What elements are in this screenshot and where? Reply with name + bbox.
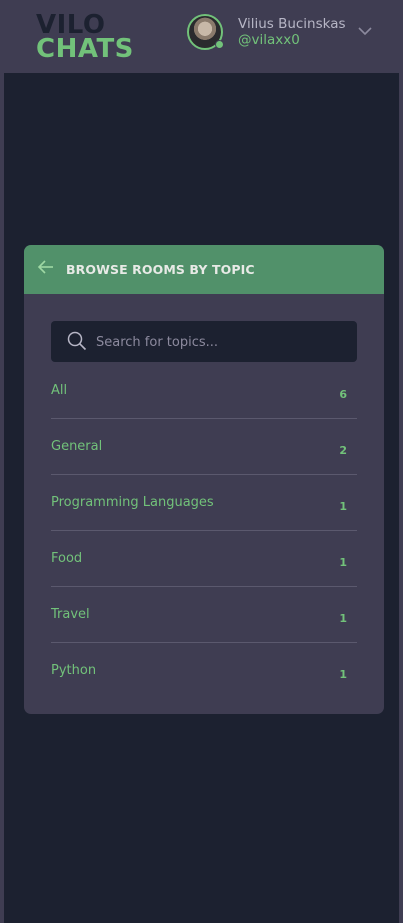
topic-item-food[interactable]: Food 1 [51,531,357,587]
topic-count: 1 [339,500,347,513]
topic-name: Travel [51,607,90,622]
topic-list: All 6 General 2 Programming Languages 1 … [51,363,357,699]
topic-item-programming-languages[interactable]: Programming Languages 1 [51,475,357,531]
topic-count: 1 [339,668,347,681]
topic-name: All [51,383,68,398]
topic-count: 1 [339,612,347,625]
logo-line2: CHATS [36,34,134,64]
search-input[interactable] [96,331,346,353]
search-box[interactable] [51,321,357,362]
user-name[interactable]: Vilius Bucinskas [238,16,346,32]
topic-name: Programming Languages [51,495,214,510]
topic-item-all[interactable]: All 6 [51,363,357,419]
arrow-left-icon[interactable] [37,259,55,275]
online-status-dot [215,40,224,49]
topic-name: Food [51,551,83,566]
topic-item-travel[interactable]: Travel 1 [51,587,357,643]
browse-topics-card: BROWSE ROOMS BY TOPIC All 6 General 2 Pr… [24,245,384,714]
topic-item-general[interactable]: General 2 [51,419,357,475]
user-handle[interactable]: @vilaxx0 [238,32,300,48]
chevron-down-icon[interactable] [356,22,374,40]
topic-name: Python [51,663,97,678]
card-header: BROWSE ROOMS BY TOPIC [24,245,384,294]
app-frame: VILO CHATS Vilius Bucinskas @vilaxx0 BRO… [4,0,399,923]
avatar[interactable] [187,14,224,50]
topic-count: 1 [339,556,347,569]
topic-item-python[interactable]: Python 1 [51,643,357,699]
card-title: BROWSE ROOMS BY TOPIC [66,262,255,277]
topic-count: 2 [339,444,347,457]
search-icon [67,331,87,351]
top-header: VILO CHATS Vilius Bucinskas @vilaxx0 [4,0,399,73]
topic-count: 6 [339,388,347,401]
logo[interactable]: VILO CHATS [36,12,134,64]
topic-name: General [51,439,103,454]
